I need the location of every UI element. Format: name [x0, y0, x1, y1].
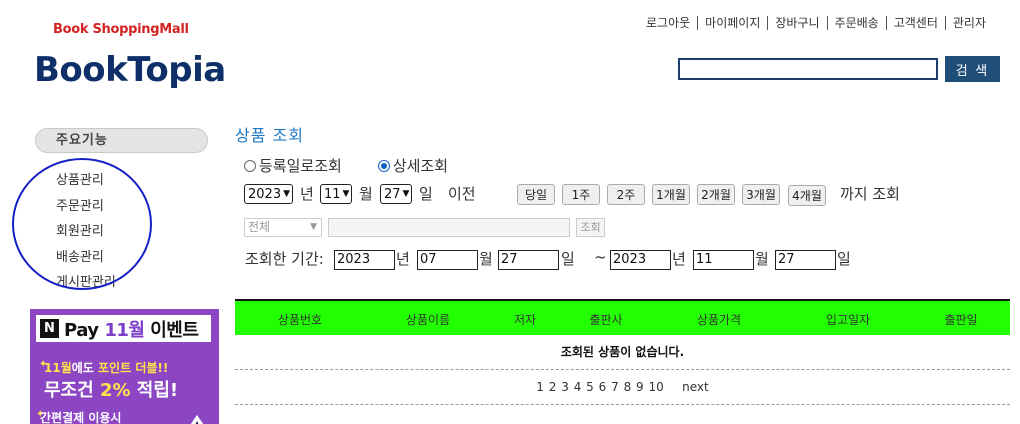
banner-line-2: 무조건 2% 적립! [44, 380, 179, 401]
sidebar-item-members[interactable]: 회원관리 [56, 220, 104, 239]
sidebar-title: 주요기능 [35, 128, 208, 153]
radio-label-detailed[interactable]: 상세조회 [393, 155, 448, 176]
keyword-input[interactable] [328, 218, 570, 237]
nav-mypage[interactable]: 마이페이지 [697, 16, 767, 30]
page-link[interactable]: 6 [599, 380, 607, 394]
radio-by-register-date[interactable] [244, 159, 256, 172]
npay-event-banner[interactable]: N Pay 11월 이벤트 ✦ 11월에도 포인트 더블!! 무조건 2% 적립… [30, 309, 219, 424]
today-button[interactable]: 당일 [517, 184, 555, 205]
period-to-month-unit: 월 [755, 250, 769, 268]
until-search-label: 까지 조회 [840, 185, 900, 203]
page-link[interactable]: 2 [549, 380, 557, 394]
nav-admin[interactable]: 관리자 [944, 16, 993, 30]
year-select[interactable]: 2023 ▼ [244, 184, 294, 204]
month-unit-label: 월 [359, 185, 373, 203]
page-link[interactable]: 9 [636, 380, 644, 394]
nav-logout[interactable]: 로그아웃 [639, 16, 697, 30]
period-from-month-unit: 월 [479, 250, 493, 268]
pagination: 1 2 3 4 5 6 7 8 9 10 next [235, 370, 1010, 405]
col-author: 저자 [513, 313, 537, 327]
col-publisher: 출판사 [589, 313, 623, 327]
banner-line-3: 간편결제 이용시 [40, 411, 122, 424]
col-stock-date: 입고일자 [825, 313, 871, 327]
before-label: 이전 [448, 185, 476, 203]
nav-orders[interactable]: 주문배송 [826, 16, 886, 30]
col-product-id: 상품번호 [277, 313, 323, 327]
gift-icon [190, 415, 204, 424]
search-input[interactable] [678, 58, 938, 80]
page-title: 상품 조회 [235, 126, 304, 145]
day-select[interactable]: 27 ▼ [380, 184, 413, 204]
2-month-button[interactable]: 2개월 [697, 184, 735, 205]
category-select[interactable]: 전체 ▼ [244, 218, 322, 237]
npay-logo-icon: N [40, 319, 59, 338]
banner-header: N Pay 11월 이벤트 [36, 315, 211, 342]
filter-search-button[interactable]: 조회 [576, 218, 605, 237]
page-link[interactable]: 1 [536, 380, 544, 394]
period-to-month[interactable]: 11 [693, 250, 754, 270]
top-nav: 로그아웃 마이페이지 장바구니 주문배송 고객센터 관리자 [639, 16, 993, 30]
sidebar-item-delivery[interactable]: 배송관리 [56, 246, 104, 265]
nav-cart[interactable]: 장바구니 [767, 16, 826, 30]
next-page-link[interactable]: next [682, 380, 709, 394]
site-logo[interactable]: BookTopia [34, 50, 226, 90]
period-label: 조회한 기간: [245, 250, 324, 268]
search-button[interactable]: 검 색 [945, 56, 1000, 82]
1-month-button[interactable]: 1개월 [652, 184, 690, 205]
3-month-button[interactable]: 3개월 [742, 184, 780, 205]
page-link[interactable]: 8 [624, 380, 632, 394]
period-from-year-unit: 년 [396, 250, 410, 268]
period-from-day-unit: 일 [561, 250, 575, 268]
4-month-button[interactable]: 4개월 [788, 185, 826, 206]
period-to-year[interactable]: 2023 [610, 250, 671, 270]
month-select[interactable]: 11 ▼ [320, 184, 353, 204]
page-link[interactable]: 10 [649, 380, 664, 394]
day-unit-label: 일 [419, 185, 433, 203]
period-from-month[interactable]: 07 [417, 250, 478, 270]
1-week-button[interactable]: 1주 [562, 184, 600, 205]
period-tilde: ~ [594, 248, 607, 266]
page-link[interactable]: 7 [611, 380, 619, 394]
page-link[interactable]: 5 [586, 380, 594, 394]
empty-result-row: 조회된 상품이 없습니다. [235, 335, 1010, 370]
nav-customer-center[interactable]: 고객센터 [885, 16, 945, 30]
period-to-day[interactable]: 27 [775, 250, 836, 270]
year-unit-label: 년 [300, 185, 314, 203]
tagline: Book ShoppingMall [53, 22, 189, 37]
col-publish-date: 출판일 [944, 313, 978, 327]
search-mode-radio-group: 등록일로조회 상세조회 [244, 155, 448, 176]
col-product-name: 상품이름 [405, 313, 451, 327]
period-to-year-unit: 년 [672, 250, 686, 268]
sidebar-item-board[interactable]: 게시판관리 [56, 271, 116, 290]
col-price: 상품가격 [696, 313, 742, 327]
sidebar-item-products[interactable]: 상품관리 [56, 169, 104, 188]
period-from-day[interactable]: 27 [498, 250, 559, 270]
sidebar-item-orders[interactable]: 주문관리 [56, 195, 104, 214]
period-from-year[interactable]: 2023 [334, 250, 395, 270]
radio-label-register-date[interactable]: 등록일로조회 [259, 155, 342, 176]
banner-title: Pay 11월 이벤트 [64, 319, 199, 341]
page-link[interactable]: 3 [561, 380, 569, 394]
banner-line-1: 11월에도 포인트 더블!! [44, 361, 169, 375]
table-header: 상품번호 상품이름 저자 출판사 상품가격 입고일자 출판일 [235, 299, 1010, 335]
page-link[interactable]: 4 [574, 380, 582, 394]
radio-detailed-search[interactable] [377, 159, 390, 172]
period-to-day-unit: 일 [837, 250, 851, 268]
2-week-button[interactable]: 2주 [607, 184, 645, 205]
